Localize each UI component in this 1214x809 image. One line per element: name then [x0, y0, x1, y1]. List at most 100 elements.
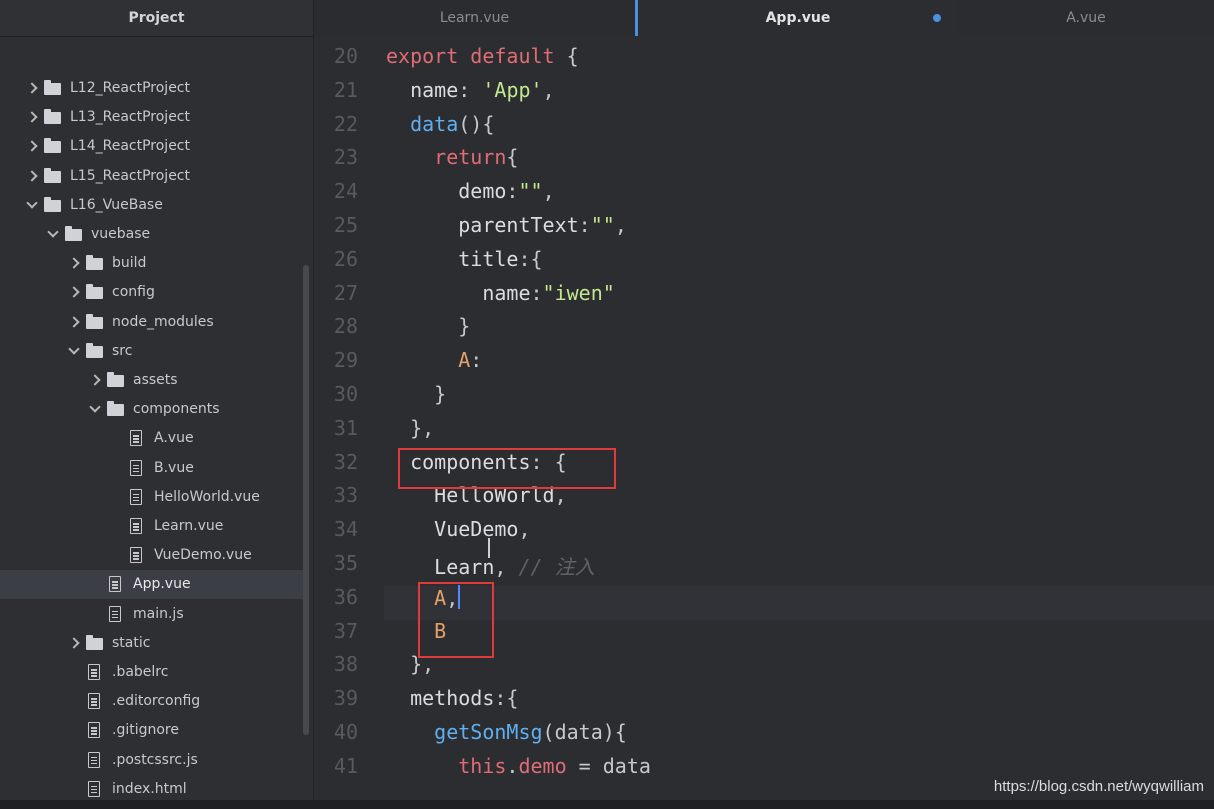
tree-item[interactable]: static	[0, 629, 304, 658]
chevron-right-icon[interactable]	[89, 374, 101, 386]
line-number: 30	[333, 382, 358, 406]
tree-item-label: .gitignore	[112, 722, 179, 739]
tab-app-vue[interactable]: App.vue	[638, 0, 958, 36]
tree-item-label: src	[112, 342, 133, 359]
tree-item[interactable]: L14_ReactProject	[0, 132, 304, 161]
code-token: :{	[518, 246, 543, 271]
tree-item-label: VueDemo.vue	[154, 547, 252, 564]
tree-item-label: B.vue	[154, 459, 194, 476]
code-line: getSonMsg(data){	[386, 720, 627, 744]
tree-item[interactable]: L15_ReactProject	[0, 162, 304, 191]
file-icon	[109, 576, 121, 593]
tree-item[interactable]: L13_ReactProject	[0, 103, 304, 132]
code-token: // 注入	[518, 555, 595, 579]
folder-icon	[65, 226, 82, 241]
code-token: .	[506, 753, 519, 778]
line-number: 27	[333, 280, 358, 305]
tree-item[interactable]: B.vue	[0, 454, 304, 483]
line-number: 38	[333, 652, 358, 677]
line-number: 20	[333, 44, 358, 68]
code-line: VueDemo,	[386, 517, 530, 542]
tree-item[interactable]: A.vue	[0, 424, 304, 453]
tree-item-label: components	[133, 401, 220, 418]
chevron-down-icon[interactable]	[26, 197, 38, 209]
chevron-down-icon[interactable]	[89, 401, 101, 413]
tree-item[interactable]: App.vue	[0, 570, 304, 600]
tab-a-vue[interactable]: A.vue	[958, 0, 1214, 36]
tab-bar: Learn.vue App.vue A.vue	[314, 0, 1214, 36]
tree-item-label: main.js	[133, 605, 184, 622]
code-token: ""	[590, 213, 615, 237]
tree-item-label: vuebase	[91, 226, 151, 242]
tree-item[interactable]: index.html	[0, 775, 304, 800]
code-token: ""	[518, 179, 543, 204]
code-token: = data	[566, 753, 651, 778]
tree-item[interactable]: src	[0, 337, 304, 366]
tree-item-label: L15_ReactProject	[70, 167, 190, 184]
chevron-right-icon[interactable]	[26, 82, 38, 94]
highlight-box-a-b	[418, 582, 494, 658]
tree-item[interactable]: config	[0, 278, 304, 307]
tree-item[interactable]: L16_VueBase	[0, 191, 304, 220]
tree-item[interactable]: .postcssrc.js	[0, 746, 304, 775]
tree-item[interactable]: main.js	[0, 600, 304, 629]
code-editor[interactable]: 20 export default {21 name: 'App', 22 data…	[314, 36, 1214, 800]
chevron-right-icon[interactable]	[26, 111, 38, 123]
code-line: return{	[386, 145, 518, 169]
sidebar-title: Project	[0, 0, 313, 37]
tree-item[interactable]: node_modules	[0, 308, 304, 337]
tree-item[interactable]: VueDemo.vue	[0, 541, 304, 570]
code-token: (data){	[542, 720, 627, 744]
folder-icon	[86, 284, 103, 300]
tree-item-label: index.html	[112, 780, 187, 797]
code-line: name:"iwen"	[386, 281, 614, 305]
tree-item[interactable]: build	[0, 249, 304, 278]
folder-icon	[44, 138, 61, 154]
code-line: }	[386, 314, 470, 338]
tree-item[interactable]: Learn.vue	[0, 512, 304, 541]
tree-item[interactable]: .editorconfig	[0, 687, 304, 716]
code-token: ,	[614, 213, 627, 237]
chevron-right-icon[interactable]	[26, 169, 38, 182]
line-number: 29	[333, 348, 358, 373]
chevron-right-icon[interactable]	[68, 286, 80, 299]
project-sidebar: Project L12_ReactProject L13_ReactProject…	[0, 0, 314, 800]
tree-item[interactable]: .babelrc	[0, 658, 304, 687]
code-token: },	[386, 415, 435, 440]
chevron-right-icon[interactable]	[26, 140, 38, 153]
code-token: A	[458, 348, 471, 373]
tree-item[interactable]: .gitignore	[0, 716, 304, 745]
tree-item[interactable]: vuebase	[0, 220, 304, 249]
tree-item-label: App.vue	[133, 576, 191, 593]
sidebar-scrollbar[interactable]	[303, 265, 309, 735]
status-strip	[0, 800, 1214, 809]
tab-learn-vue[interactable]: Learn.vue	[314, 0, 635, 36]
code-token: {	[506, 145, 519, 170]
file-icon	[88, 780, 100, 797]
code-token: VueDemo	[434, 517, 519, 542]
tree-item[interactable]: components	[0, 395, 304, 424]
tree-item[interactable]: HelloWorld.vue	[0, 483, 304, 512]
chevron-down-icon[interactable]	[68, 343, 80, 355]
tree-item[interactable]: L12_ReactProject	[0, 74, 304, 103]
tree-item-label: .babelrc	[112, 664, 169, 680]
chevron-right-icon[interactable]	[68, 637, 80, 649]
chevron-right-icon[interactable]	[68, 257, 80, 269]
code-line: this.demo = data	[386, 754, 651, 778]
code-token: 'App'	[482, 77, 543, 102]
chevron-right-icon[interactable]	[68, 315, 80, 328]
tree-item[interactable]: assets	[0, 366, 304, 395]
line-number: 35	[333, 551, 358, 575]
watermark-text: https://blog.csdn.net/wyqwilliam	[993, 778, 1204, 795]
chevron-down-icon[interactable]	[47, 226, 59, 238]
code-token: this	[458, 753, 507, 778]
